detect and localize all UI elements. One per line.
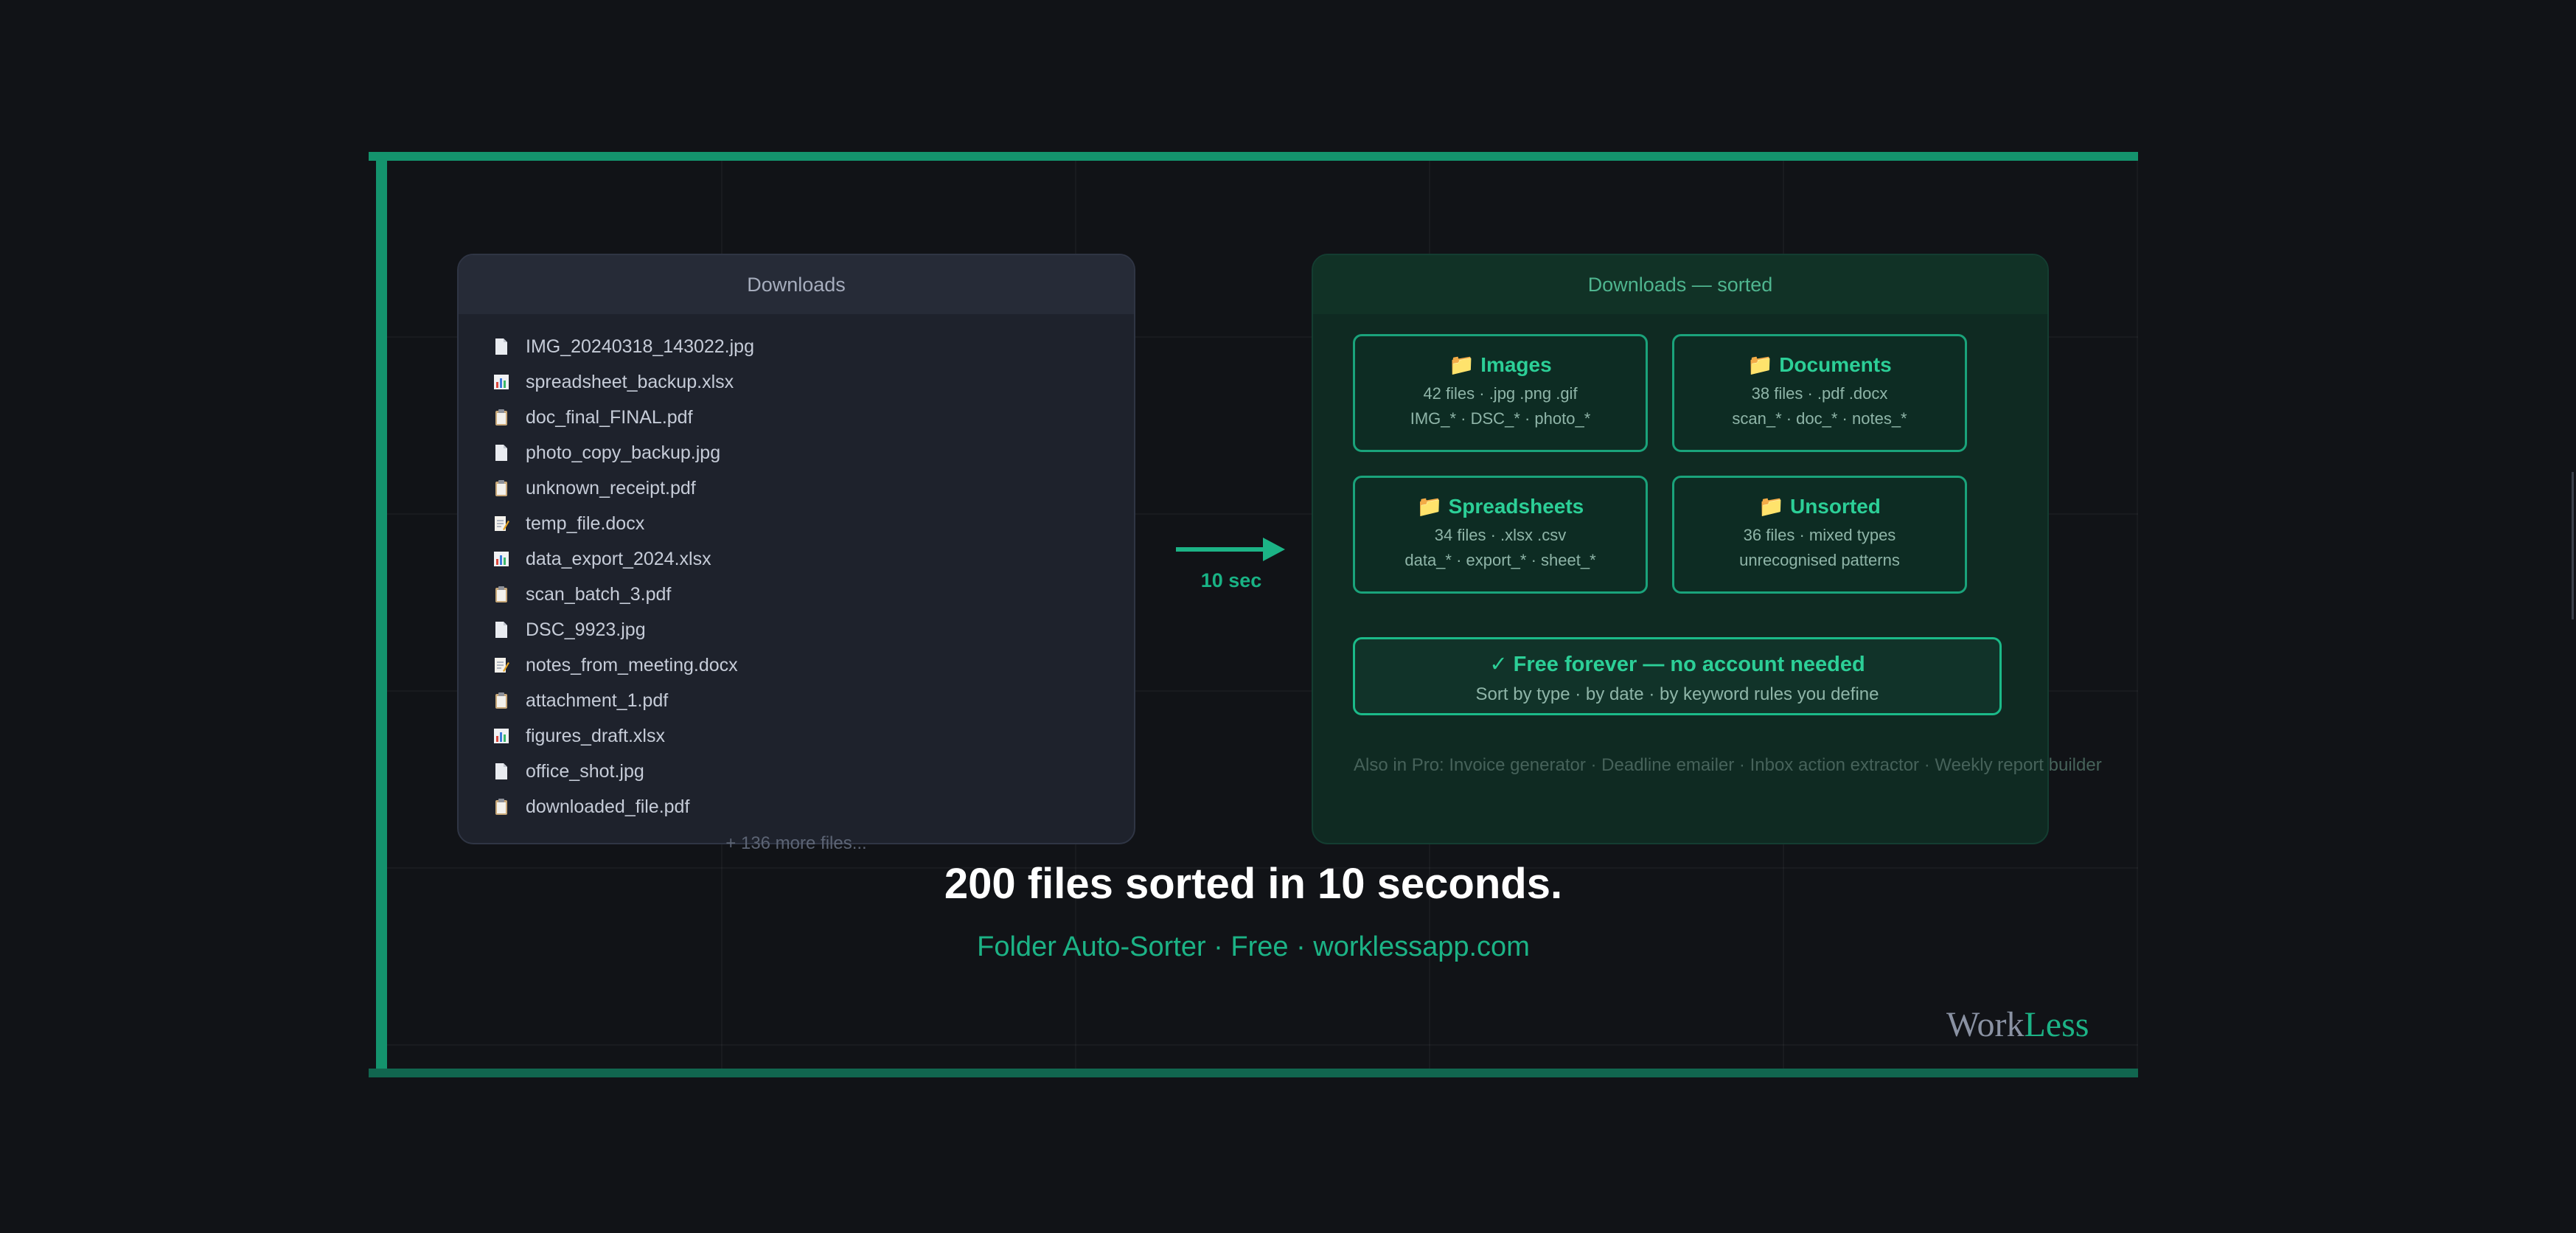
free-forever-title: ✓ Free forever — no account needed [1489, 653, 1865, 676]
sorted-panel: Downloads — sorted 📁 Images 42 files · .j… [1312, 254, 2102, 844]
right-arrow-icon [1176, 538, 1285, 561]
file-name: downloaded_file.pdf [526, 796, 690, 817]
file-name: data_export_2024.xlsx [526, 548, 711, 569]
clipboard-icon [492, 797, 511, 816]
category-patterns: unrecognised patterns [1739, 551, 1900, 569]
file-name: attachment_1.pdf [526, 690, 669, 711]
category-name: Documents [1779, 353, 1892, 376]
file-item[interactable]: unknown_receipt.pdf [492, 470, 754, 506]
file-name: figures_draft.xlsx [526, 725, 665, 746]
category-spreadsheets: 📁 Spreadsheets 34 files · .xlsx .csv data… [1353, 476, 1648, 594]
clipboard-icon [492, 585, 511, 604]
category-patterns: scan_* · doc_* · notes_* [1732, 409, 1907, 428]
file-name: unknown_receipt.pdf [526, 477, 696, 499]
file-item[interactable]: spreadsheet_backup.xlsx [492, 364, 754, 400]
duration-label: 10 sec [1200, 569, 1262, 591]
frame-bottom-border [369, 1069, 2138, 1077]
more-files-label: + 136 more files... [725, 833, 867, 853]
headline: 200 files sorted in 10 seconds. [944, 860, 1563, 908]
chart-icon [492, 549, 511, 569]
file-item[interactable]: temp_file.docx [492, 506, 754, 541]
category-info: 38 files · .pdf .docx [1751, 384, 1888, 403]
free-forever-subtitle: Sort by type · by date · by keyword rule… [1475, 684, 1879, 704]
file-item[interactable]: doc_final_FINAL.pdf [492, 400, 754, 435]
chart-icon [492, 726, 511, 746]
file-name: scan_batch_3.pdf [526, 583, 672, 605]
category-info: 36 files · mixed types [1743, 526, 1896, 544]
clipboard-icon [492, 479, 511, 498]
category-documents: 📁 Documents 38 files · .pdf .docx scan_* … [1672, 334, 1967, 452]
downloads-panel: Downloads IMG_20240318_143022.jpgspreads… [457, 254, 1135, 844]
sorted-panel-title: Downloads — sorted [1313, 255, 2047, 314]
folder-icon: 📁 [1449, 353, 1475, 376]
category-patterns: IMG_* · DSC_* · photo_* [1410, 409, 1591, 428]
file-item[interactable]: scan_batch_3.pdf [492, 577, 754, 612]
folder-icon: 📁 [1416, 495, 1443, 518]
frame-top-border [369, 152, 2138, 161]
file-name: DSC_9923.jpg [526, 619, 646, 640]
file-list: IMG_20240318_143022.jpg spreadsheet_backu… [492, 329, 754, 824]
category-name: Spreadsheets [1448, 495, 1584, 518]
brand-part-less: Less [2024, 1005, 2089, 1044]
file-icon [492, 620, 511, 639]
downloads-panel-title: Downloads [459, 255, 1134, 314]
file-name: temp_file.docx [526, 513, 645, 534]
folder-icon: 📁 [1747, 353, 1774, 376]
file-name: spreadsheet_backup.xlsx [526, 371, 734, 392]
category-images: 📁 Images 42 files · .jpg .png .gif IMG_* … [1353, 334, 1648, 452]
file-item[interactable]: attachment_1.pdf [492, 683, 754, 718]
file-item[interactable]: IMG_20240318_143022.jpg [492, 329, 754, 364]
file-icon [492, 337, 511, 356]
clipboard-icon [492, 691, 511, 710]
file-icon [492, 762, 511, 781]
file-name: IMG_20240318_143022.jpg [526, 336, 754, 357]
pro-features-text: Also in Pro: Invoice generator · Deadlin… [1354, 755, 2102, 775]
file-item[interactable]: notes_from_meeting.docx [492, 647, 754, 683]
clipboard-icon [492, 408, 511, 427]
file-item[interactable]: data_export_2024.xlsx [492, 541, 754, 577]
file-name: notes_from_meeting.docx [526, 654, 738, 675]
file-item[interactable]: figures_draft.xlsx [492, 718, 754, 754]
tagline: Folder Auto-Sorter · Free · worklessapp.… [977, 931, 1530, 962]
category-name: Images [1480, 353, 1552, 376]
memo-icon [492, 514, 511, 533]
file-name: office_shot.jpg [526, 760, 644, 782]
brand-part-work: Work [1946, 1005, 2025, 1044]
chart-icon [492, 372, 511, 392]
file-item[interactable]: photo_copy_backup.jpg [492, 435, 754, 470]
free-forever-badge: ✓ Free forever — no account needed Sort … [1353, 637, 2002, 715]
category-unsorted: 📁 Unsorted 36 files · mixed types unrecog… [1672, 476, 1967, 594]
folder-icon: 📁 [1758, 495, 1784, 518]
file-item[interactable]: downloaded_file.pdf [492, 789, 754, 824]
file-item[interactable]: DSC_9923.jpg [492, 612, 754, 647]
file-item[interactable]: office_shot.jpg [492, 754, 754, 789]
window-edge [2572, 472, 2574, 619]
category-info: 42 files · .jpg .png .gif [1423, 384, 1578, 403]
category-info: 34 files · .xlsx .csv [1434, 526, 1567, 544]
file-name: doc_final_FINAL.pdf [526, 406, 693, 428]
category-patterns: data_* · export_* · sheet_* [1404, 551, 1596, 569]
brand-logo: WorkLess [1946, 1004, 2089, 1045]
file-name: photo_copy_backup.jpg [526, 442, 721, 463]
file-icon [492, 443, 511, 462]
memo-icon [492, 656, 511, 675]
category-name: Unsorted [1789, 495, 1881, 518]
